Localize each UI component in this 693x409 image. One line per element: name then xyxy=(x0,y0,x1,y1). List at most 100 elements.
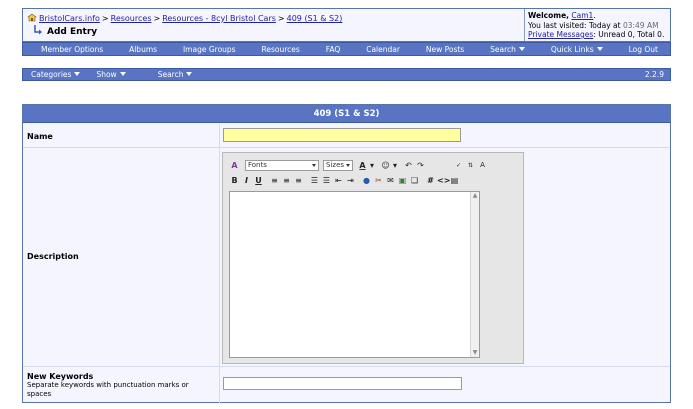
bold-icon[interactable]: B xyxy=(229,175,240,186)
return-arrow-icon xyxy=(34,25,42,35)
insert-email-icon[interactable]: ✉ xyxy=(385,175,396,186)
add-entry-form: 409 (S1 & S2) Name Description A Fonts S… xyxy=(22,104,671,403)
remove-link-icon[interactable]: ✂ xyxy=(373,175,384,186)
show-label: Show xyxy=(96,70,117,79)
ordered-list-icon[interactable]: ☰ xyxy=(309,175,320,186)
keywords-hint: Separate keywords with punctuation marks… xyxy=(27,381,189,398)
pm-line: Private Messages: Unread 0, Total 0. xyxy=(528,30,667,40)
nav-new-posts[interactable]: New Posts xyxy=(426,45,464,54)
chevron-down-icon xyxy=(346,163,350,167)
nav-faq[interactable]: FAQ xyxy=(326,45,341,54)
editor-toolbar-top: A Fonts Sizes A ▾ ☺ ▾ ↶ ↷ ✓ ⇅ A xyxy=(229,159,489,171)
keywords-label: New Keywords xyxy=(27,372,94,381)
indent-icon[interactable]: ⇥ xyxy=(345,175,356,186)
welcome-line: Welcome, Cam1. xyxy=(528,11,667,21)
nav-search-label: Search xyxy=(490,44,516,54)
scroll-down-icon[interactable]: ▼ xyxy=(471,349,479,357)
unordered-list-icon[interactable]: ☰ xyxy=(321,175,332,186)
name-label: Name xyxy=(27,132,53,141)
subnav-search-menu[interactable]: Search xyxy=(158,70,193,79)
editor-toolbar-bottom: B I U ≡ ≡ ≡ ☰ ☰ ⇤ ⇥ ● ✂ ✉ ▣ ❏ # <> ▤ xyxy=(229,174,461,186)
nav-quick-links-menu[interactable]: Quick Links xyxy=(551,45,603,54)
subnav-search-label: Search xyxy=(157,70,184,79)
description-textarea[interactable]: ▲ ▼ xyxy=(229,191,480,358)
page-title-line: Add Entry xyxy=(27,25,342,37)
nav-resources[interactable]: Resources xyxy=(262,45,300,54)
scroll-up-icon[interactable]: ▲ xyxy=(471,192,479,200)
rich-text-editor: A Fonts Sizes A ▾ ☺ ▾ ↶ ↷ ✓ ⇅ A B I U ≡ … xyxy=(222,152,524,364)
insert-link-icon[interactable]: ● xyxy=(361,175,372,186)
name-row: Name xyxy=(23,124,670,148)
italic-icon[interactable]: I xyxy=(241,175,252,186)
nav-quick-links-label: Quick Links xyxy=(550,44,594,54)
column-divider xyxy=(219,148,220,366)
resize-text-icon[interactable]: A xyxy=(477,160,488,171)
chevron-down-icon xyxy=(312,163,316,167)
nav-calendar[interactable]: Calendar xyxy=(366,45,400,54)
php-code-icon[interactable]: ▤ xyxy=(449,175,460,186)
username-link[interactable]: Cam1 xyxy=(571,11,593,20)
chevron-down-icon[interactable]: ▾ xyxy=(369,160,375,171)
breadcrumb-current-link[interactable]: 409 (S1 & S2) xyxy=(287,14,343,23)
welcome-box: Welcome, Cam1. You last visited: Today a… xyxy=(524,9,670,41)
align-center-icon[interactable]: ≡ xyxy=(281,175,292,186)
keywords-input[interactable] xyxy=(223,377,462,390)
underline-icon[interactable]: U xyxy=(253,175,264,186)
welcome-suffix: . xyxy=(593,11,596,20)
home-icon xyxy=(27,13,37,22)
breadcrumb-home-link[interactable]: BristolCars.info xyxy=(39,14,100,23)
private-messages-link[interactable]: Private Messages xyxy=(528,30,593,39)
breadcrumb-category-link[interactable]: Resources - 8cyl Bristol Cars xyxy=(162,14,276,23)
undo-icon[interactable]: ↶ xyxy=(403,160,414,171)
text-color-icon[interactable]: A xyxy=(357,160,368,171)
dropdown-arrow-icon xyxy=(596,46,603,51)
gallery-subnav: Categories Show Search 2.2.9 xyxy=(22,68,671,81)
spellcheck-icon[interactable]: ✓ xyxy=(453,160,464,171)
align-right-icon[interactable]: ≡ xyxy=(293,175,304,186)
smiley-icon[interactable]: ☺ xyxy=(380,160,391,171)
last-visit-time: 03:49 AM xyxy=(622,20,659,30)
breadcrumb-separator: > xyxy=(153,14,161,23)
remove-format-icon[interactable]: A xyxy=(229,160,240,171)
font-select-value: Fonts xyxy=(248,160,267,169)
breadcrumb-resources-link[interactable]: Resources xyxy=(111,14,152,23)
version-label: 2.2.9 xyxy=(644,70,664,79)
main-navbar: Member Options Albums Image Groups Resou… xyxy=(22,42,671,56)
nav-image-groups[interactable]: Image Groups xyxy=(183,45,236,54)
dropdown-arrow-icon xyxy=(119,72,126,76)
sort-icon[interactable]: ⇅ xyxy=(465,160,476,171)
nav-log-out[interactable]: Log Out xyxy=(629,45,658,54)
nav-albums[interactable]: Albums xyxy=(129,45,157,54)
size-select-value: Sizes xyxy=(326,160,345,169)
dropdown-arrow-icon xyxy=(518,46,525,51)
column-divider xyxy=(219,367,220,403)
dropdown-arrow-icon xyxy=(186,72,193,76)
show-menu[interactable]: Show xyxy=(96,70,126,79)
name-input[interactable] xyxy=(223,128,461,142)
insert-quote-icon[interactable]: ❏ xyxy=(409,175,420,186)
html-code-icon[interactable]: <> xyxy=(437,175,450,186)
dropdown-arrow-icon xyxy=(74,72,81,76)
insert-image-icon[interactable]: ▣ xyxy=(397,175,408,186)
outdent-icon[interactable]: ⇤ xyxy=(333,175,344,186)
align-left-icon[interactable]: ≡ xyxy=(269,175,280,186)
form-header: 409 (S1 & S2) xyxy=(23,105,670,123)
last-visit-label: You last visited: Today at xyxy=(528,20,621,30)
categories-menu[interactable]: Categories xyxy=(31,70,81,79)
code-hash-icon[interactable]: # xyxy=(425,175,436,186)
description-row: Description A Fonts Sizes A ▾ ☺ ▾ ↶ ↷ ✓ … xyxy=(23,148,670,367)
keywords-row: New Keywords Separate keywords with punc… xyxy=(23,367,670,403)
redo-icon[interactable]: ↷ xyxy=(415,160,426,171)
nav-search-menu[interactable]: Search xyxy=(490,45,525,54)
column-divider xyxy=(219,124,220,147)
size-select[interactable]: Sizes xyxy=(323,159,353,171)
description-label: Description xyxy=(27,252,79,261)
chevron-down-icon[interactable]: ▾ xyxy=(392,160,398,171)
breadcrumb-separator: > xyxy=(277,14,285,23)
breadcrumb-separator: > xyxy=(101,14,109,23)
textarea-scrollbar[interactable]: ▲ ▼ xyxy=(470,192,479,357)
font-select[interactable]: Fonts xyxy=(245,159,319,171)
navigation-breadcrumb: BristolCars.info > Resources > Resources - 8… xyxy=(27,13,342,37)
page-title: Add Entry xyxy=(47,27,98,37)
nav-member-options[interactable]: Member Options xyxy=(41,45,103,54)
